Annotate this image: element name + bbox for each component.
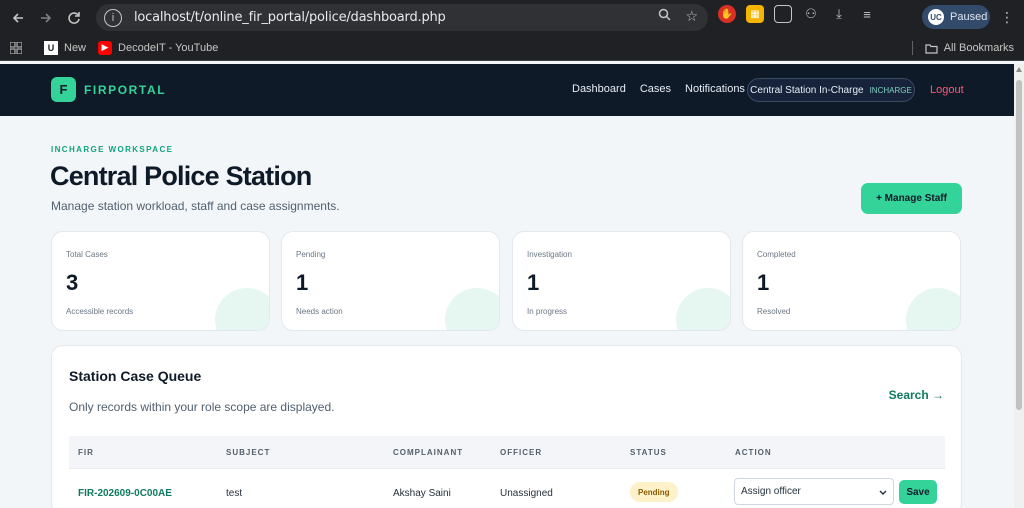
page-subtitle: Manage station workload, staff and case …: [51, 199, 340, 213]
manage-staff-button[interactable]: + Manage Staff: [861, 183, 962, 214]
column-header: ACTION: [735, 448, 772, 457]
subject-cell: test: [226, 488, 243, 499]
brand-logo[interactable]: F: [51, 77, 76, 102]
stat-note: Resolved: [757, 307, 791, 316]
brand-name[interactable]: FIRPORTAL: [84, 83, 166, 97]
column-header: COMPLAINANT: [393, 448, 464, 457]
role-tag: INCHARGE: [869, 85, 912, 95]
queue-title: Station Case Queue: [69, 368, 202, 384]
stat-label: Completed: [757, 250, 796, 259]
stat-card-completed: Completed 1 Resolved: [742, 231, 961, 331]
stat-card-pending: Pending 1 Needs action: [281, 231, 500, 331]
apps-grid-icon[interactable]: [10, 41, 22, 54]
stat-card-total: Total Cases 3 Accessible records: [51, 231, 270, 331]
profile-button[interactable]: UC Paused: [922, 5, 990, 29]
stat-label: Investigation: [527, 250, 572, 259]
avatar: UC: [928, 9, 944, 25]
stat-value: 1: [296, 270, 309, 295]
decorative-blob: [676, 288, 730, 330]
decorative-blob: [215, 288, 269, 330]
stat-value: 1: [757, 270, 770, 295]
media-queue-icon[interactable]: ≡: [858, 5, 876, 23]
app-header: F FIRPORTAL Dashboard Cases Notification…: [0, 64, 1014, 116]
officer-cell: Unassigned: [500, 488, 553, 499]
reload-icon[interactable]: [60, 4, 88, 32]
table-row: FIR-202609-0C00AE test Akshay Saini Unas…: [69, 468, 945, 508]
folder-icon: [911, 41, 938, 55]
nav-notifications[interactable]: Notifications: [685, 83, 745, 95]
stat-note: Needs action: [296, 307, 343, 316]
select-value: Assign officer: [741, 486, 801, 497]
scroll-thumb[interactable]: [1016, 80, 1022, 410]
bookmark-new[interactable]: U New: [44, 40, 87, 55]
decorative-blob: [906, 288, 960, 330]
stat-label: Pending: [296, 250, 326, 259]
stat-note: In progress: [527, 307, 568, 316]
assign-officer-select[interactable]: Assign officer: [734, 478, 894, 505]
nav-dashboard[interactable]: Dashboard: [572, 83, 626, 95]
bookmark-label: DecodeIT - YouTube: [118, 41, 219, 54]
site-info-icon[interactable]: i: [104, 8, 122, 27]
profile-status: Paused: [950, 11, 988, 23]
youtube-icon: ▶: [98, 40, 113, 55]
back-icon[interactable]: [4, 4, 32, 32]
puzzle-extensions-icon[interactable]: [774, 5, 792, 23]
bookmarks-bar: U New ▶ DecodeIT - YouTube All Bookmarks: [0, 35, 1024, 61]
uc-favicon: U: [44, 40, 58, 55]
spy-extension-icon[interactable]: ⚇: [802, 5, 820, 23]
column-header: OFFICER: [500, 448, 543, 457]
role-badge: Central Station In-Charge INCHARGE: [747, 78, 915, 102]
adblock-extension-icon[interactable]: ✋: [718, 5, 736, 23]
stat-note: Accessible records: [66, 307, 134, 316]
search-link[interactable]: Search →: [889, 388, 944, 402]
column-header: FIR: [78, 448, 94, 457]
stat-label: Total Cases: [66, 250, 108, 259]
logout-link[interactable]: Logout: [930, 84, 964, 96]
main-nav: Dashboard Cases Notifications: [572, 83, 745, 95]
queue-subtitle: Only records within your role scope are …: [69, 400, 335, 414]
column-header: STATUS: [630, 448, 667, 457]
table-header: FIR SUBJECT COMPLAINANT OFFICER STATUS A…: [69, 436, 945, 468]
url-text[interactable]: localhost/t/online_fir_portal/police/das…: [134, 10, 446, 25]
workspace-kicker: INCHARGE WORKSPACE: [51, 145, 174, 154]
chevron-down-icon: [879, 483, 887, 501]
forward-icon[interactable]: [32, 4, 60, 32]
scroll-up-icon[interactable]: [1016, 67, 1022, 72]
role-name: Central Station In-Charge: [750, 84, 864, 96]
stat-card-investigation: Investigation 1 In progress: [512, 231, 731, 331]
bookmark-youtube[interactable]: ▶ DecodeIT - YouTube: [98, 40, 219, 55]
case-queue-panel: Station Case Queue Only records within y…: [51, 345, 962, 508]
stat-value: 1: [527, 270, 540, 295]
column-header: SUBJECT: [226, 448, 271, 457]
page-scrollbar[interactable]: [1014, 64, 1024, 508]
browser-menu-icon[interactable]: ⋮: [1000, 9, 1014, 26]
colorful-extension-icon[interactable]: ▦: [746, 5, 764, 23]
page-title: Central Police Station: [50, 161, 312, 191]
zoom-icon[interactable]: [658, 8, 671, 25]
nav-cases[interactable]: Cases: [640, 83, 671, 95]
fir-id-link[interactable]: FIR-202609-0C00AE: [78, 488, 172, 499]
download-icon[interactable]: ⤓: [830, 5, 848, 23]
bookmark-label: New: [64, 41, 87, 54]
address-bar[interactable]: i localhost/t/online_fir_portal/police/d…: [96, 4, 708, 31]
complainant-cell: Akshay Saini: [393, 488, 451, 499]
save-button[interactable]: Save: [899, 480, 937, 504]
bookmark-star-icon[interactable]: ☆: [685, 8, 698, 25]
decorative-blob: [445, 288, 499, 330]
stat-value: 3: [66, 270, 79, 295]
status-badge: Pending: [630, 482, 678, 502]
all-bookmarks[interactable]: All Bookmarks: [911, 41, 1014, 55]
